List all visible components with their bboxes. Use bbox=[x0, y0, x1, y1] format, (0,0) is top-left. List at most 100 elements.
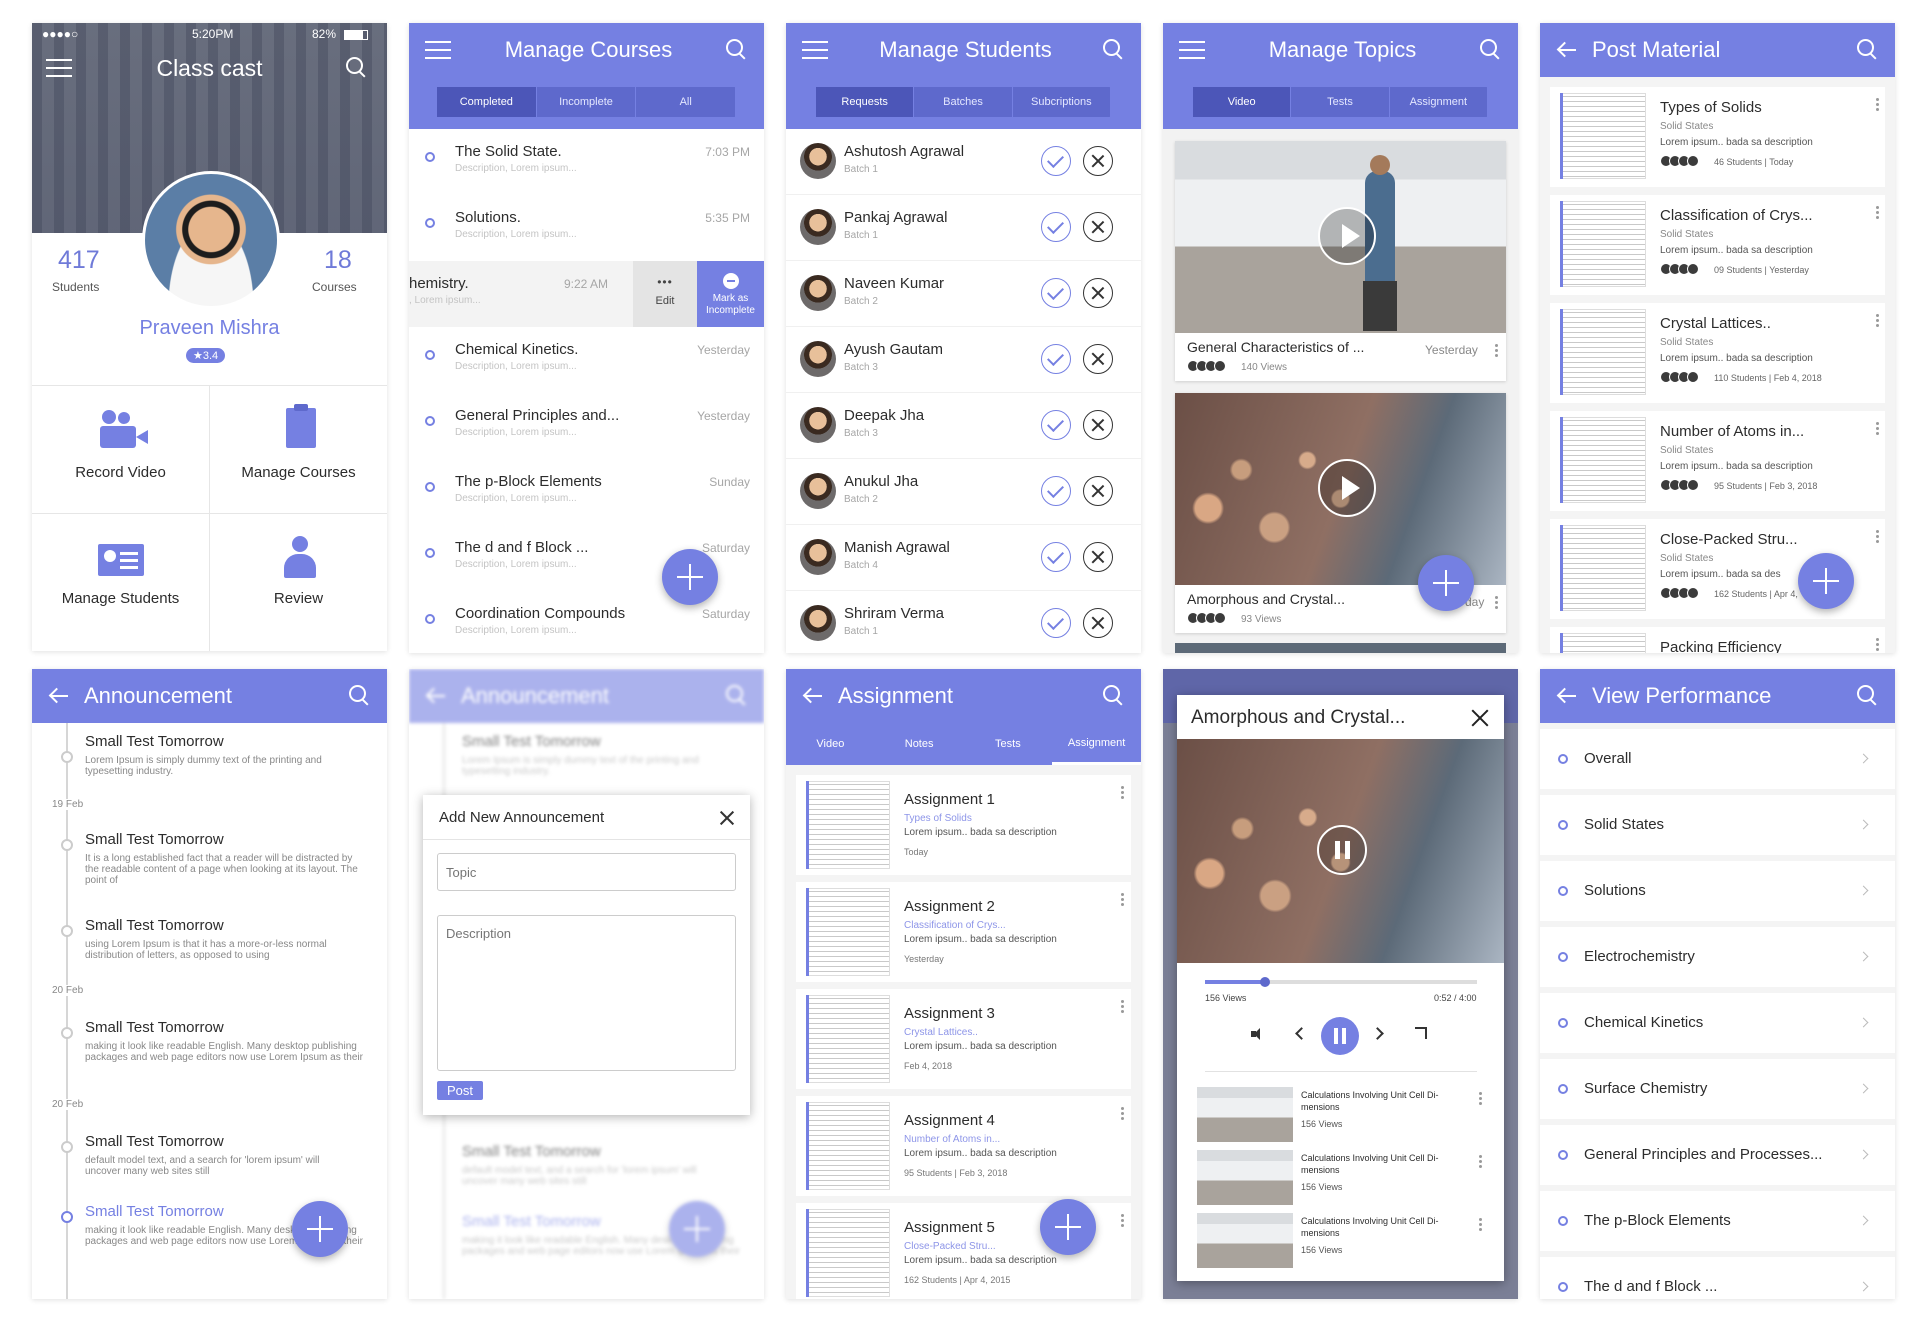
more-icon[interactable] bbox=[1121, 1112, 1124, 1115]
list-item[interactable]: Manish Agrawal Batch 4 bbox=[786, 525, 1141, 591]
more-icon[interactable] bbox=[1121, 1005, 1124, 1008]
related-item[interactable]: Calculations Involving Unit Cell Di-mens… bbox=[1197, 1213, 1497, 1276]
approve-icon[interactable] bbox=[1041, 278, 1071, 308]
tab-subscriptions[interactable]: Subcriptions bbox=[1013, 87, 1111, 117]
list-item[interactable]: Overall bbox=[1540, 729, 1895, 789]
more-icon[interactable] bbox=[1495, 601, 1498, 604]
list-item[interactable]: Assignment 3 Crystal Lattices.. Lorem ip… bbox=[796, 989, 1131, 1089]
add-video-button[interactable] bbox=[1418, 555, 1474, 611]
post-button[interactable]: Post bbox=[437, 1081, 484, 1100]
tab-video[interactable]: Video bbox=[1193, 87, 1292, 117]
list-item[interactable]: Solutions. Description, Lorem ipsum... 5… bbox=[409, 195, 764, 261]
list-item[interactable]: The d and f Block ... bbox=[1540, 1257, 1895, 1299]
tab-assignment[interactable]: Assignment bbox=[1052, 723, 1141, 765]
seek-bar[interactable] bbox=[1205, 977, 1477, 987]
swiped-list-item[interactable]: hemistry. , Lorem ipsum... 9:22 AM ••• E… bbox=[409, 261, 764, 327]
reject-icon[interactable] bbox=[1083, 146, 1113, 176]
play-icon[interactable] bbox=[1318, 459, 1376, 517]
list-item[interactable]: Chemical Kinetics. Description, Lorem ip… bbox=[409, 327, 764, 393]
list-item[interactable]: Naveen Kumar Batch 2 bbox=[786, 261, 1141, 327]
video-card[interactable]: General Characteristics of ... 140 Views… bbox=[1175, 141, 1506, 381]
search-icon[interactable] bbox=[1103, 39, 1125, 61]
tab-video[interactable]: Video bbox=[786, 723, 875, 765]
reject-icon[interactable] bbox=[1083, 278, 1113, 308]
search-icon[interactable] bbox=[726, 39, 748, 61]
menu-icon[interactable] bbox=[1179, 41, 1205, 59]
approve-icon[interactable] bbox=[1041, 542, 1071, 572]
search-icon[interactable] bbox=[349, 685, 371, 707]
search-icon[interactable] bbox=[1857, 39, 1879, 61]
list-item[interactable]: Number of Atoms in... Solid States Lorem… bbox=[1550, 411, 1885, 511]
list-item[interactable]: Coordination Compounds Description, Lore… bbox=[409, 591, 764, 653]
fullscreen-icon[interactable] bbox=[1415, 1027, 1427, 1039]
menu-icon[interactable] bbox=[802, 41, 828, 59]
more-icon[interactable] bbox=[1121, 898, 1124, 901]
manage-courses-tile[interactable]: Manage Courses bbox=[210, 386, 387, 513]
list-item[interactable]: Solutions bbox=[1540, 861, 1895, 921]
list-item[interactable]: Pankaj Agrawal Batch 1 bbox=[786, 195, 1141, 261]
back-arrow-icon[interactable] bbox=[48, 687, 70, 705]
reject-icon[interactable] bbox=[1083, 344, 1113, 374]
more-icon[interactable] bbox=[1495, 349, 1498, 352]
related-item[interactable]: Calculations Involving Unit Cell Di-mens… bbox=[1197, 1087, 1497, 1150]
list-item[interactable]: Deepak Jha Batch 3 bbox=[786, 393, 1141, 459]
list-item[interactable]: Crystal Lattices.. Solid States Lorem ip… bbox=[1550, 303, 1885, 403]
more-icon[interactable] bbox=[1876, 103, 1879, 106]
avatar[interactable] bbox=[142, 171, 280, 309]
more-icon[interactable] bbox=[1876, 643, 1879, 646]
more-icon[interactable] bbox=[1121, 791, 1124, 794]
more-icon[interactable] bbox=[1479, 1160, 1482, 1163]
tab-all[interactable]: All bbox=[636, 87, 737, 117]
play-icon[interactable] bbox=[1318, 207, 1376, 265]
list-item[interactable]: Classification of Crys... Solid States L… bbox=[1550, 195, 1885, 295]
list-item[interactable]: Shriram Verma Batch 1 bbox=[786, 591, 1141, 653]
list-item[interactable]: Surface Chemistry bbox=[1540, 1059, 1895, 1119]
list-item[interactable]: Assignment 4 Number of Atoms in... Lorem… bbox=[796, 1096, 1131, 1196]
reject-icon[interactable] bbox=[1083, 542, 1113, 572]
close-icon[interactable] bbox=[1469, 707, 1491, 729]
approve-icon[interactable] bbox=[1041, 410, 1071, 440]
pause-overlay-icon[interactable] bbox=[1317, 825, 1367, 875]
list-item[interactable]: General Principles and Processes... bbox=[1540, 1125, 1895, 1185]
back-arrow-icon[interactable] bbox=[802, 687, 824, 705]
tab-incomplete[interactable]: Incomplete bbox=[537, 87, 637, 117]
search-icon[interactable] bbox=[1103, 685, 1125, 707]
search-icon[interactable] bbox=[1857, 685, 1879, 707]
manage-students-tile[interactable]: Manage Students bbox=[32, 514, 209, 651]
approve-icon[interactable] bbox=[1041, 608, 1071, 638]
description-input[interactable] bbox=[437, 915, 736, 1071]
list-item[interactable]: Types of Solids Solid States Lorem ipsum… bbox=[1550, 87, 1885, 187]
tab-batches[interactable]: Batches bbox=[914, 87, 1013, 117]
list-item[interactable]: Ashutosh Agrawal Batch 1 bbox=[786, 129, 1141, 195]
pause-button[interactable] bbox=[1321, 1017, 1359, 1055]
more-icon[interactable] bbox=[1876, 427, 1879, 430]
reject-icon[interactable] bbox=[1083, 212, 1113, 242]
reject-icon[interactable] bbox=[1083, 608, 1113, 638]
list-item[interactable]: General Principles and... Description, L… bbox=[409, 393, 764, 459]
list-item[interactable]: Electrochemistry bbox=[1540, 927, 1895, 987]
menu-icon[interactable] bbox=[425, 41, 451, 59]
volume-icon[interactable] bbox=[1251, 1028, 1265, 1040]
approve-icon[interactable] bbox=[1041, 212, 1071, 242]
back-arrow-icon[interactable] bbox=[1556, 687, 1578, 705]
list-item[interactable]: The p-Block Elements bbox=[1540, 1191, 1895, 1251]
list-item[interactable]: Ayush Gautam Batch 3 bbox=[786, 327, 1141, 393]
approve-icon[interactable] bbox=[1041, 146, 1071, 176]
list-item[interactable]: Anukul Jha Batch 2 bbox=[786, 459, 1141, 525]
more-icon[interactable] bbox=[1479, 1097, 1482, 1100]
tab-notes[interactable]: Notes bbox=[875, 723, 964, 765]
add-assignment-button[interactable] bbox=[1040, 1199, 1096, 1255]
tab-requests[interactable]: Requests bbox=[816, 87, 915, 117]
more-icon[interactable] bbox=[1121, 1219, 1124, 1222]
mark-incomplete-button[interactable]: Mark as Incomplete bbox=[697, 261, 764, 327]
previous-icon[interactable] bbox=[1295, 1027, 1308, 1040]
approve-icon[interactable] bbox=[1041, 476, 1071, 506]
list-item[interactable]: The Solid State. Description, Lorem ipsu… bbox=[409, 129, 764, 195]
list-item[interactable]: Solid States bbox=[1540, 795, 1895, 855]
add-course-button[interactable] bbox=[662, 549, 718, 605]
more-icon[interactable] bbox=[1876, 535, 1879, 538]
back-arrow-icon[interactable] bbox=[1556, 41, 1578, 59]
related-item[interactable]: Calculations Involving Unit Cell Di-mens… bbox=[1197, 1150, 1497, 1213]
record-video-tile[interactable]: Record Video bbox=[32, 386, 209, 513]
more-icon[interactable] bbox=[1876, 319, 1879, 322]
